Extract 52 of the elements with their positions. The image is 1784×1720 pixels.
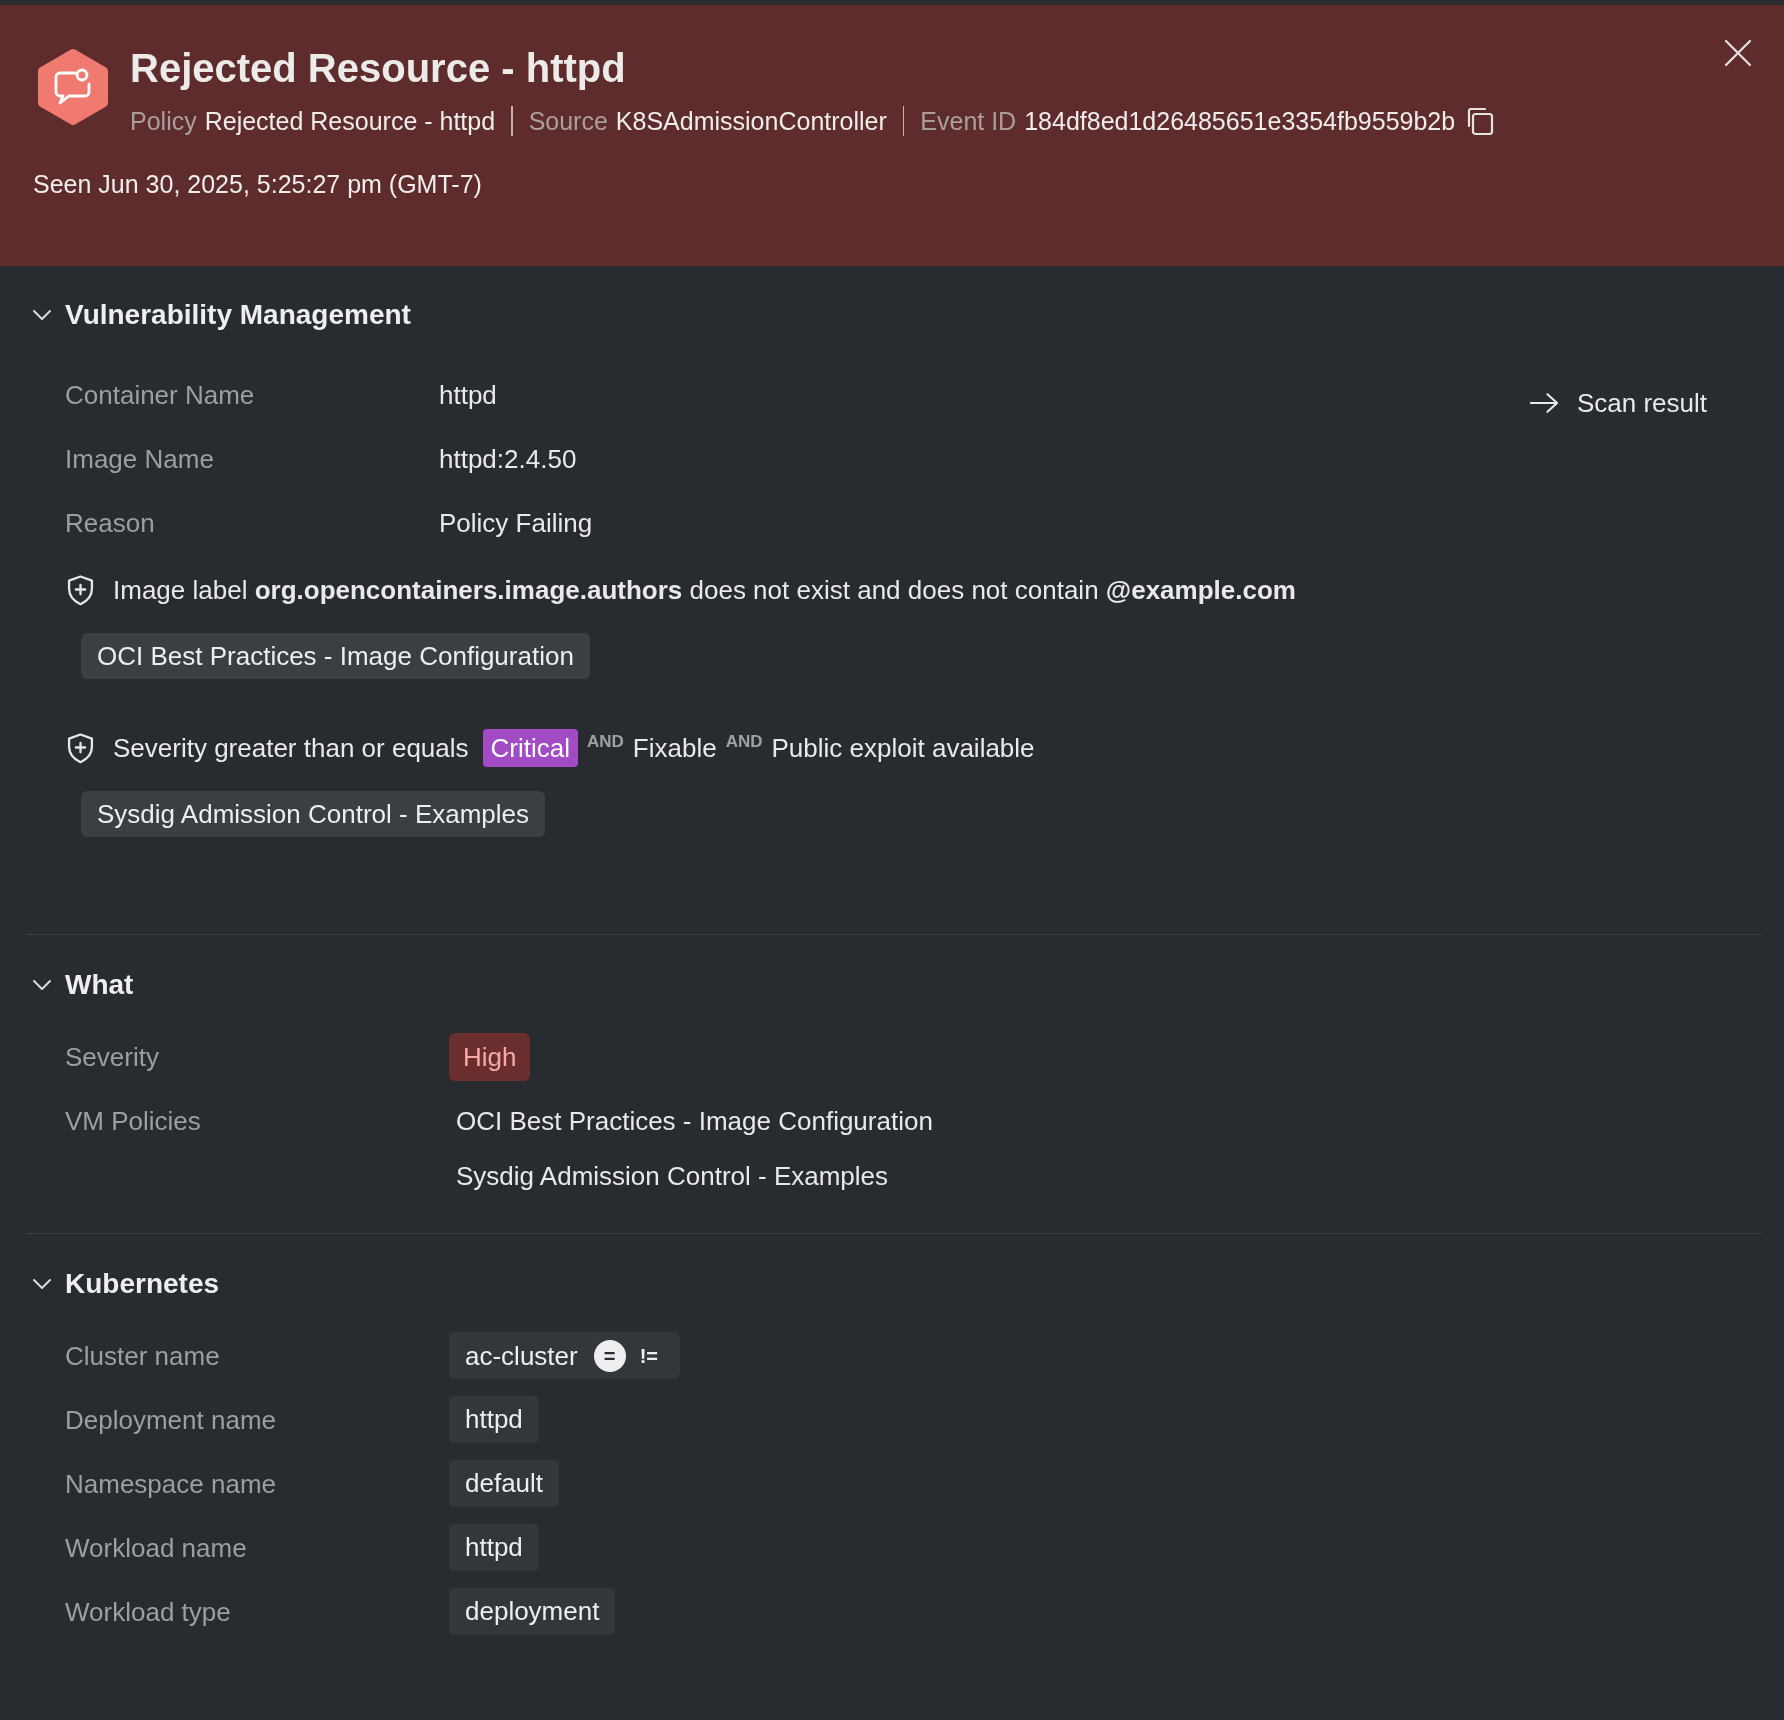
meta-label: Policy [130,106,197,137]
field-value: httpd:2.4.50 [439,443,577,476]
field-value: Policy Failing [439,507,593,540]
hexagon-chat-icon [37,48,109,126]
field-label: Image Name [65,443,214,476]
field-label: Cluster name [65,1340,220,1373]
value-chip: deployment [449,1588,616,1635]
field-label: Namespace name [65,1468,276,1501]
chevron-icon[interactable] [32,309,52,321]
scan-result-link[interactable]: Scan result [1528,387,1707,419]
field-label: Container Name [65,379,255,412]
meta-value: K8SAdmissionController [615,106,887,137]
meta-label: Source [528,106,608,137]
meta-value: 184df8ed1d26485651e3354fb9559b2b [1024,106,1456,137]
close-icon[interactable] [1724,39,1752,67]
field-value: Sysdig Admission Control - Examples [456,1160,890,1192]
operator-label: AND [587,732,624,752]
operator-label: AND [725,732,763,752]
severity-badge: High [449,1033,531,1081]
field-value: httpd [439,379,497,412]
severity-badge: Critical [482,729,578,767]
meta-label: Event ID [920,106,1017,137]
chip-text: ac-cluster [465,1339,578,1372]
alert-title: Rejected Resource - httpd [130,45,626,92]
chevron-icon[interactable] [32,1278,52,1290]
field-label: Workload name [65,1532,247,1565]
rule-text: Severity greater than or equals [113,732,469,764]
value-chip: default [449,1460,560,1507]
section-title: What [65,968,134,1002]
field-label: VM Policies [65,1105,201,1138]
policy-tag: Sysdig Admission Control - Examples [81,791,546,837]
rule-text: Fixable [632,732,717,764]
field-label: Deployment name [65,1404,276,1437]
meta-value: Rejected Resource - httpd [204,106,496,137]
value-chip: httpd [449,1524,539,1571]
arrow-right-icon [1528,392,1560,414]
field-label: Reason [65,507,155,540]
shield-plus-icon [65,731,96,765]
rule-text: Public exploit available [771,732,1035,764]
field-value: OCI Best Practices - Image Configuration [456,1105,933,1137]
value-chip: httpd [449,1396,539,1443]
section-title: Kubernetes [65,1267,220,1301]
policy-tag: OCI Best Practices - Image Configuration [81,633,590,679]
operator-toggle[interactable]: = [593,1339,626,1372]
field-label: Severity [65,1041,159,1074]
chevron-icon[interactable] [32,979,52,991]
rule-text: Image label org.opencontainers.image.authors does not exist and does not contain @example.com [113,574,1296,606]
operator-toggle[interactable]: != [631,1339,667,1372]
section-title: Vulnerability Management [65,298,411,332]
seen-timestamp: Seen Jun 30, 2025, 5:25:27 pm (GMT-7) [33,169,482,200]
shield-plus-icon [65,573,96,607]
field-label: Workload type [65,1596,231,1629]
